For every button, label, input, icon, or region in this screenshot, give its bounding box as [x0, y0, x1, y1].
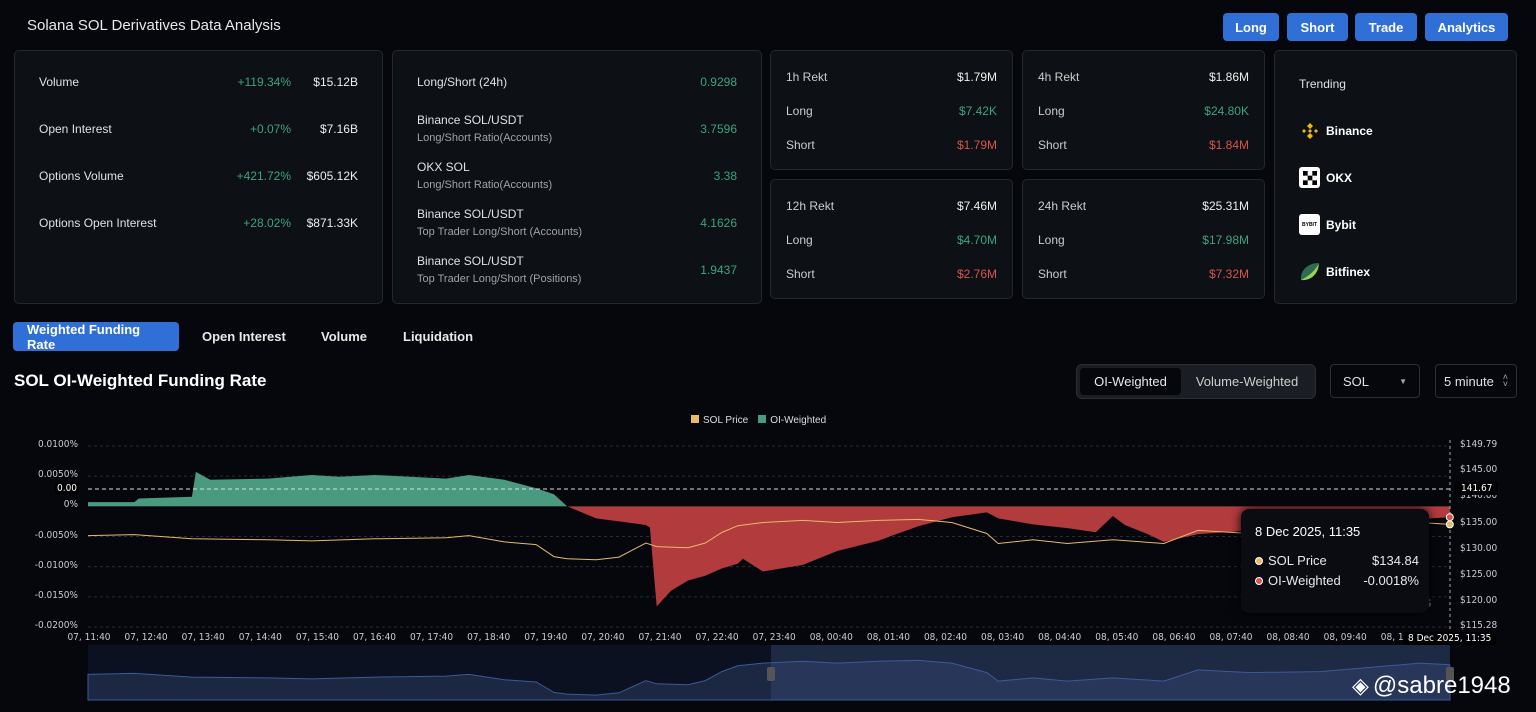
- crosshair-left-value: 0.00: [55, 483, 80, 494]
- y-left-tick: 0.0100%: [37, 439, 78, 450]
- tooltip-time: 8 Dec 2025, 11:35: [1255, 524, 1361, 539]
- y-right-tick: $115.28: [1460, 620, 1498, 631]
- price-dot-icon: [1255, 557, 1263, 565]
- x-tick: 08, 01:40: [866, 632, 910, 643]
- y-left-tick: -0.0200%: [34, 620, 78, 631]
- x-tick: 08, 08:40: [1266, 632, 1310, 643]
- x-tick: 08, 05:40: [1095, 632, 1139, 643]
- tooltip-row-oi: OI-Weighted -0.0018%: [1255, 573, 1419, 588]
- sol-price-marker: [1445, 520, 1454, 529]
- tooltip-value: -0.0018%: [1363, 573, 1419, 588]
- y-right-tick: $149.79: [1460, 439, 1498, 450]
- navigator-left-handle[interactable]: [767, 667, 775, 681]
- tooltip-label: OI-Weighted: [1268, 573, 1341, 588]
- x-tick: 07, 17:40: [410, 632, 454, 643]
- oi-weighted-marker: [1445, 513, 1454, 522]
- crosshair-right-value: 141.67: [1455, 482, 1499, 495]
- y-left-tick: -0.0150%: [34, 589, 78, 601]
- y-right-tick: $135.00: [1460, 516, 1498, 528]
- crosshair-time: 8 Dec 2025, 11:35: [1403, 632, 1497, 645]
- x-tick: 07, 16:40: [352, 632, 397, 643]
- y-right-tick: $130.00: [1460, 542, 1498, 554]
- y-left-tick: -0.0100%: [34, 559, 78, 571]
- y-right-tick: $125.00: [1460, 569, 1498, 581]
- x-tick: 08, 00:40: [809, 632, 853, 643]
- x-tick: 07, 13:40: [181, 632, 225, 643]
- x-tick: 07, 22:40: [695, 632, 739, 643]
- x-tick: 07, 19:40: [524, 632, 568, 643]
- tooltip-row-price: SOL Price $134.84: [1255, 553, 1419, 568]
- y-right-tick: $145.00: [1460, 464, 1498, 476]
- y-left-tick: 0.0050%: [37, 469, 78, 481]
- chart-tooltip: 8 Dec 2025, 11:35 SOL Price $134.84 OI-We…: [1241, 509, 1429, 613]
- x-tick: 07, 21:40: [638, 632, 682, 643]
- x-tick: 07, 11:40: [67, 632, 111, 643]
- x-tick: 08, 06:40: [1152, 632, 1196, 643]
- binance-watermark-icon: ◈: [1352, 673, 1369, 698]
- y-right-tick: $120.00: [1460, 595, 1498, 607]
- x-tick: 08, 04:40: [1038, 632, 1082, 643]
- tooltip-value: $134.84: [1372, 553, 1419, 568]
- oi-dot-icon: [1255, 577, 1263, 585]
- x-tick: 07, 15:40: [295, 632, 339, 643]
- overlay-credit: ◈ @sabre1948: [1352, 672, 1511, 700]
- x-tick: 07, 14:40: [238, 632, 282, 643]
- tooltip-label: SOL Price: [1268, 553, 1327, 568]
- x-tick: 07, 18:40: [467, 632, 511, 643]
- x-tick: 07, 20:40: [581, 632, 625, 643]
- overlay-credit-text: @sabre1948: [1372, 672, 1511, 699]
- x-tick: 08, 09:40: [1323, 632, 1367, 643]
- x-tick: 08, 07:40: [1209, 632, 1253, 643]
- y-left-tick: 0%: [63, 499, 78, 511]
- y-left-tick: -0.0050%: [34, 529, 78, 541]
- x-tick: 08, 03:40: [981, 632, 1025, 643]
- x-tick: 08, 02:40: [923, 632, 968, 643]
- x-tick: 07, 12:40: [124, 632, 168, 643]
- x-tick: 07, 23:40: [752, 632, 796, 643]
